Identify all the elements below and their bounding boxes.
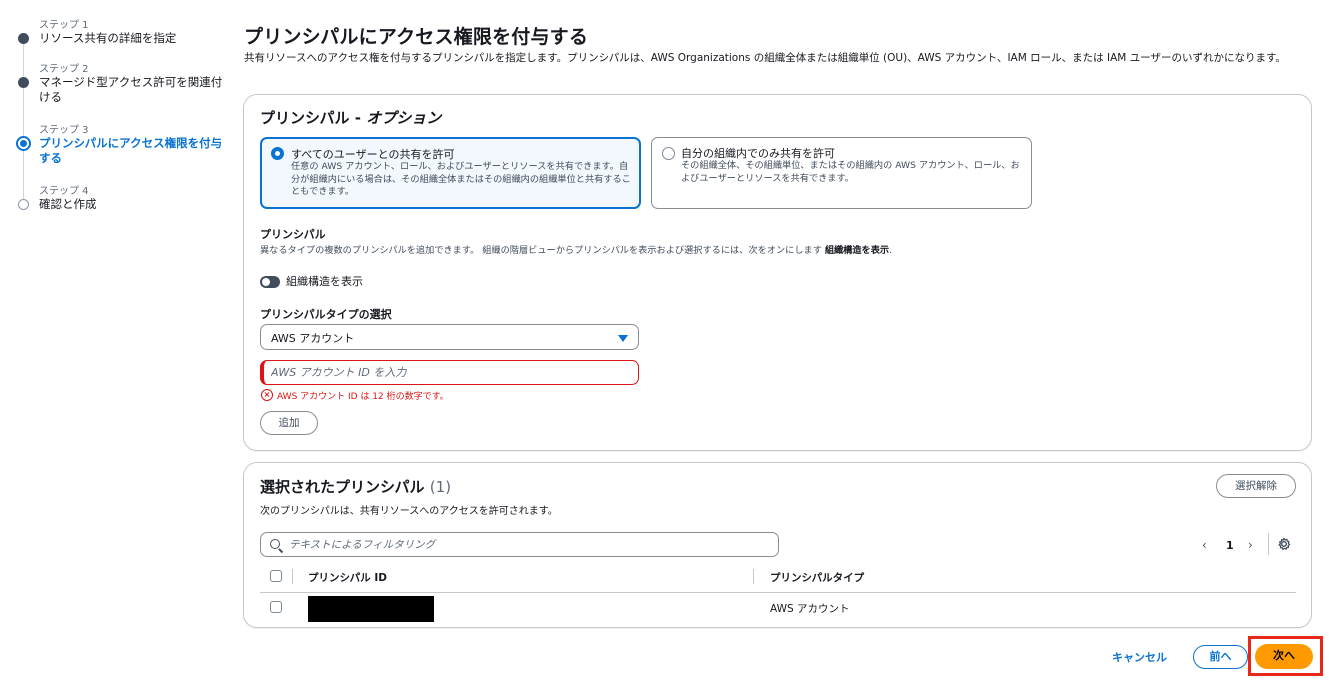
- row-checkbox[interactable]: [270, 601, 282, 613]
- step-current-icon: [16, 136, 31, 151]
- principal-type-label: プリンシパルタイプの選択: [260, 308, 392, 321]
- select-value: AWS アカウント: [271, 332, 355, 345]
- chevron-right-icon[interactable]: ›: [1248, 538, 1253, 552]
- tile-description: 任意の AWS アカウント、ロール、およびユーザーとリソースを共有できます。自分…: [291, 161, 631, 197]
- principal-desc-end: .: [889, 245, 893, 256]
- step-number: ステップ 4: [39, 186, 89, 197]
- step-connector: [23, 150, 24, 201]
- step-title: マネージド型アクセス許可を関連付ける: [39, 75, 223, 104]
- step-number: ステップ 1: [39, 20, 89, 31]
- step-title: リソース共有の詳細を指定: [39, 31, 177, 45]
- step-title: 確認と作成: [39, 197, 97, 211]
- step-complete-icon: [18, 77, 29, 88]
- org-structure-toggle[interactable]: [260, 276, 280, 288]
- principals-container: プリンシパル - オプション すべてのユーザーとの共有を許可 任意の AWS ア…: [243, 94, 1312, 451]
- toggle-label: 組織構造を表示: [286, 275, 363, 288]
- principals-title-text: プリンシパル -: [260, 109, 367, 127]
- error-icon: ×: [261, 389, 273, 401]
- pager-divider: [1268, 533, 1269, 555]
- redacted-principal-id: [308, 596, 434, 622]
- principal-label: プリンシパル: [260, 228, 326, 241]
- step-title: プリンシパルにアクセス権限を付与する: [39, 136, 223, 165]
- step-complete-icon: [18, 33, 29, 44]
- principal-desc-text: 異なるタイプの複数のプリンシパルを追加できます。 組織の階層ビューからプリンシパ…: [260, 245, 825, 256]
- tile-allow-everyone[interactable]: すべてのユーザーとの共有を許可 任意の AWS アカウント、ロール、およびユーザ…: [260, 137, 641, 209]
- table-header-divider: [260, 592, 1296, 593]
- page-title: プリンシパルにアクセス権限を付与する: [244, 26, 589, 48]
- select-all-checkbox[interactable]: [270, 570, 282, 582]
- optional-label: オプション: [366, 109, 442, 127]
- selected-principals-title: 選択されたプリンシパル (1): [260, 476, 451, 497]
- selected-principals-container: 選択されたプリンシパル (1) 選択解除 次のプリンシパルは、共有リソースへのア…: [243, 462, 1312, 628]
- principal-desc-bold: 組織構造を表示: [824, 245, 890, 256]
- filter-search[interactable]: [260, 532, 779, 557]
- page-description: 共有リソースへのアクセス権を付与するプリンシパルを指定します。プリンシパルは、A…: [244, 52, 1286, 64]
- step-number: ステップ 3: [39, 125, 89, 136]
- column-divider: [753, 569, 754, 584]
- count-badge: (1): [429, 478, 452, 496]
- step-connector: [23, 87, 24, 136]
- principal-description: 異なるタイプの複数のプリンシパルを追加できます。 組織の階層ビューからプリンシパ…: [260, 242, 892, 256]
- column-divider: [292, 569, 293, 584]
- column-header-principal-type[interactable]: プリンシパルタイプ: [770, 570, 864, 585]
- radio-unselected-icon[interactable]: [662, 147, 675, 160]
- next-button[interactable]: 次へ: [1255, 644, 1313, 669]
- principal-type-cell: AWS アカウント: [770, 603, 850, 615]
- column-header-principal-id[interactable]: プリンシパル ID: [308, 570, 387, 585]
- tile-org-only[interactable]: 自分の組織内でのみ共有を許可 その組織全体、その組織単位、またはその組織内の A…: [651, 137, 1032, 209]
- error-message: AWS アカウント ID は 12 桁の数字です。: [277, 392, 449, 402]
- principal-type-select[interactable]: AWS アカウント: [260, 324, 639, 350]
- wizard-steps: ステップ 1 リソース共有の詳細を指定 ステップ 2 マネージド型アクセス許可を…: [0, 0, 230, 683]
- tile-label: すべてのユーザーとの共有を許可: [291, 148, 455, 161]
- page-number[interactable]: 1: [1226, 539, 1234, 552]
- gear-icon[interactable]: [1277, 537, 1291, 551]
- tile-description: その組織全体、その組織単位、またはその組織内の AWS アカウント、ロール、およ…: [681, 160, 1020, 184]
- account-id-input[interactable]: [260, 360, 639, 385]
- chevron-left-icon[interactable]: ‹: [1202, 538, 1207, 552]
- clear-selection-button[interactable]: 選択解除: [1216, 474, 1296, 498]
- add-button[interactable]: 追加: [260, 411, 318, 435]
- filter-input[interactable]: [289, 536, 769, 554]
- caret-down-icon: [618, 335, 628, 342]
- tile-label: 自分の組織内でのみ共有を許可: [681, 147, 835, 160]
- step-pending-icon: [18, 199, 29, 210]
- selected-title-text: 選択されたプリンシパル: [260, 478, 425, 496]
- step-connector: [23, 44, 24, 76]
- search-icon: [270, 539, 280, 549]
- principals-title: プリンシパル - オプション: [260, 107, 441, 128]
- selected-principals-description: 次のプリンシパルは、共有リソースへのアクセスを許可されます。: [260, 506, 558, 517]
- radio-selected-icon[interactable]: [271, 147, 284, 160]
- step-number: ステップ 2: [39, 64, 89, 75]
- cancel-button[interactable]: キャンセル: [1112, 649, 1167, 665]
- previous-button[interactable]: 前へ: [1193, 645, 1248, 669]
